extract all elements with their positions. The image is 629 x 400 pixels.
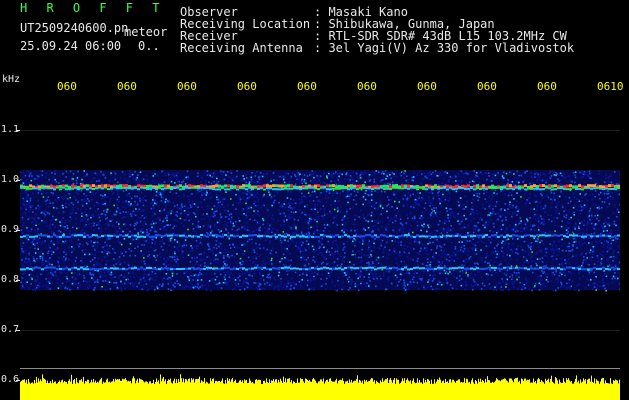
label-antenna: Receiving Antenna xyxy=(180,41,303,55)
file-type: meteor xyxy=(124,25,168,39)
value-antenna: : 3el Yagi(V) Az 330 for Vladivostok xyxy=(314,41,575,55)
y-unit-label: kHz xyxy=(2,74,21,85)
grid-line xyxy=(20,130,620,131)
grid-line xyxy=(20,330,620,331)
program-title: H R O F F T xyxy=(20,1,166,15)
spectrogram-canvas xyxy=(20,130,620,400)
file-datetime: 25.09.24 06:00 xyxy=(20,39,122,53)
file-name: UT2509240600.pn xyxy=(20,21,129,35)
signal-level-bar xyxy=(20,374,620,400)
file-count: 0.. xyxy=(138,39,160,53)
separator-line xyxy=(20,368,620,369)
hrofft-screen: { "program": { "title": "H R O F F T" },… xyxy=(0,0,629,400)
